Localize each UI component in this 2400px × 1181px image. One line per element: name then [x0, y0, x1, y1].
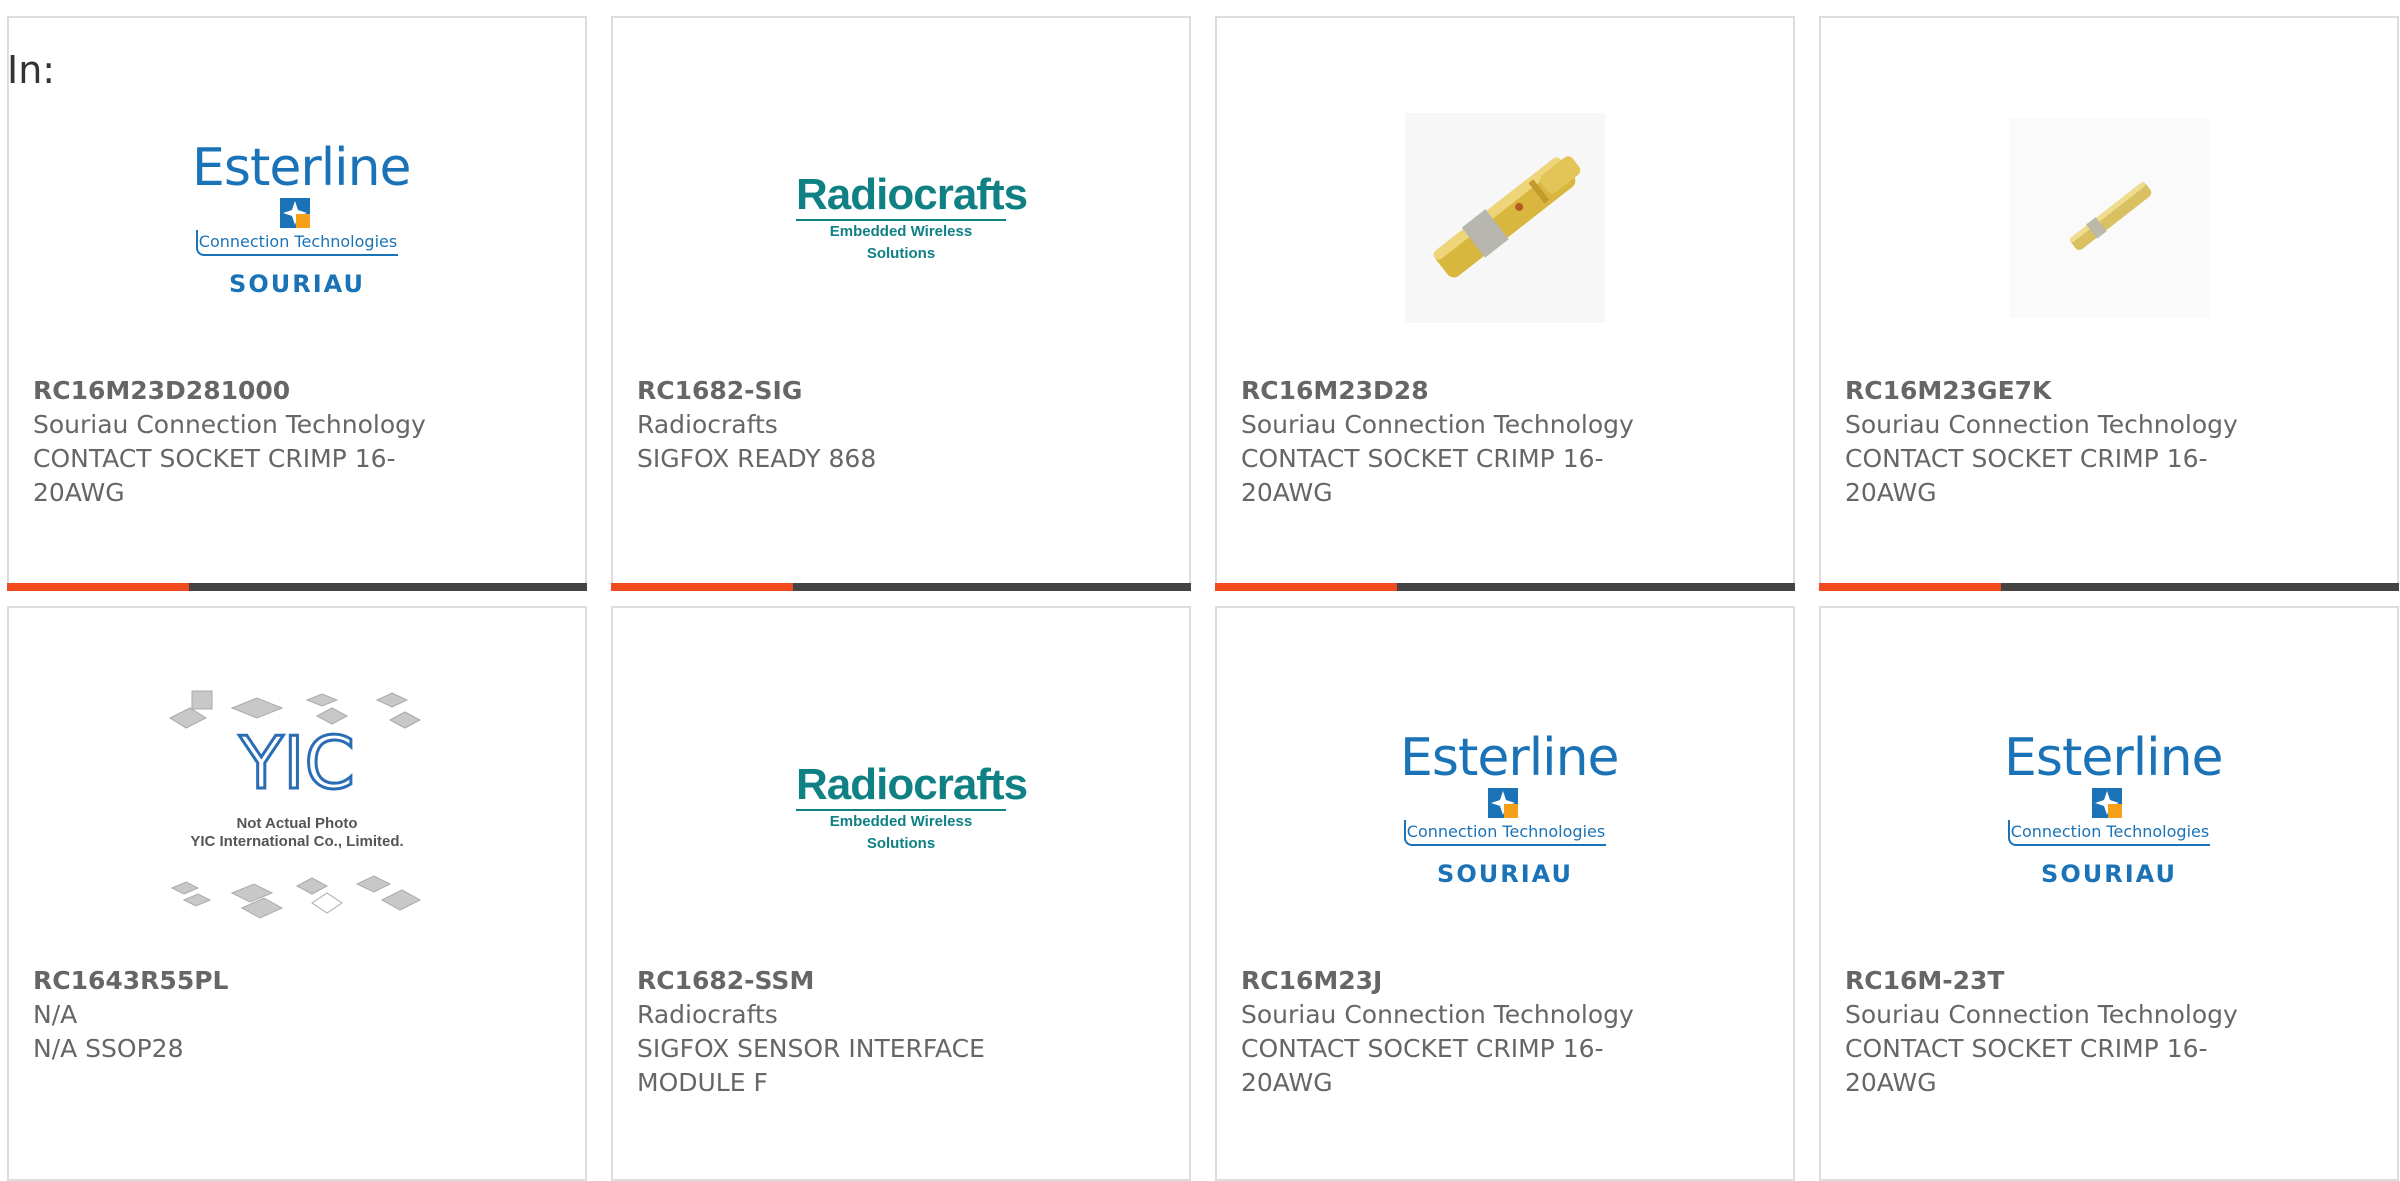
yic-mark: YIC: [238, 721, 355, 805]
svg-text:Not Actual Photo: Not Actual Photo: [236, 815, 357, 832]
product-image[interactable]: Esterline Connection Technologies SOURIA…: [1217, 658, 1793, 958]
card-bottom-bar: [1819, 583, 2399, 591]
manufacturer: N/A: [33, 1000, 78, 1029]
description: CONTACT SOCKET CRIMP 16-20AWG: [1241, 444, 1604, 507]
product-card[interactable]: Esterline Connection Technologies SOURIA…: [1819, 606, 2399, 1181]
product-image[interactable]: Esterline Connection Technologies SOURIA…: [1821, 658, 2397, 958]
esterline-star-icon: [1488, 788, 1518, 818]
part-number[interactable]: RC16M23D281000: [33, 374, 453, 408]
esterline-star-icon: [2092, 788, 2122, 818]
product-card[interactable]: Esterline Connection Technologies SOURIA…: [1215, 606, 1795, 1181]
product-image[interactable]: [1821, 68, 2397, 368]
product-image[interactable]: Radiocrafts Embedded Wireless Solutions: [613, 658, 1189, 958]
card-bar-accent: [1215, 583, 1397, 591]
gold-contact-photo: [2009, 118, 2209, 318]
product-image[interactable]: Radiocrafts Embedded Wireless Solutions: [613, 68, 1189, 368]
card-bottom-bar: [611, 583, 1191, 591]
description: SIGFOX READY 868: [637, 444, 877, 473]
product-card[interactable]: RC16M23GE7K Souriau Connection Technolog…: [1819, 16, 2399, 591]
part-number[interactable]: RC1643R55PL: [33, 964, 453, 998]
esterline-star-icon: [280, 198, 310, 228]
manufacturer: Souriau Connection Technology: [1845, 1000, 2238, 1029]
description: CONTACT SOCKET CRIMP 16-20AWG: [1845, 1034, 2208, 1097]
radiocrafts-logo: Radiocrafts Embedded Wireless Solutions: [796, 171, 1028, 265]
manufacturer: Souriau Connection Technology: [1241, 410, 1634, 439]
part-number[interactable]: RC16M23GE7K: [1845, 374, 2265, 408]
card-bar-accent: [1819, 583, 2001, 591]
esterline-logo: Esterline Connection Technologies SOURIA…: [1400, 728, 1620, 888]
description: CONTACT SOCKET CRIMP 16-20AWG: [1241, 1034, 1604, 1097]
gold-contact-photo: [1405, 113, 1605, 323]
description: CONTACT SOCKET CRIMP 16-20AWG: [33, 444, 396, 507]
description: CONTACT SOCKET CRIMP 16-20AWG: [1845, 444, 2208, 507]
description: N/A SSOP28: [33, 1034, 184, 1063]
product-image[interactable]: Esterline Connection Technologies SOURIA…: [9, 68, 585, 368]
part-number[interactable]: RC16M-23T: [1845, 964, 2265, 998]
product-grid: Esterline Connection Technologies SOURIA…: [0, 0, 2400, 1181]
card-bottom-bar: [7, 583, 587, 591]
card-bar-accent: [7, 583, 189, 591]
description: SIGFOX SENSOR INTERFACE MODULE F: [637, 1034, 985, 1097]
esterline-logo: Esterline Connection Technologies SOURIA…: [2004, 728, 2224, 888]
in-label: In:: [7, 48, 56, 92]
manufacturer: Souriau Connection Technology: [1845, 410, 2238, 439]
product-card[interactable]: YIC Not Actual Photo YIC International C…: [7, 606, 587, 1181]
product-image[interactable]: YIC Not Actual Photo YIC International C…: [9, 658, 585, 958]
svg-text:YIC International Co., Limited: YIC International Co., Limited.: [190, 833, 403, 850]
part-number[interactable]: RC16M23J: [1241, 964, 1661, 998]
part-number[interactable]: RC1682-SIG: [637, 374, 1057, 408]
part-number[interactable]: RC1682-SSM: [637, 964, 1057, 998]
manufacturer: Souriau Connection Technology: [1241, 1000, 1634, 1029]
manufacturer: Souriau Connection Technology: [33, 410, 426, 439]
esterline-logo: Esterline Connection Technologies SOURIA…: [192, 138, 412, 298]
product-image[interactable]: [1217, 68, 1793, 368]
part-number[interactable]: RC16M23D28: [1241, 374, 1661, 408]
product-card[interactable]: RC16M23D28 Souriau Connection Technology…: [1215, 16, 1795, 591]
product-card[interactable]: Radiocrafts Embedded Wireless Solutions …: [611, 16, 1191, 591]
radiocrafts-logo: Radiocrafts Embedded Wireless Solutions: [796, 761, 1028, 855]
product-card[interactable]: Radiocrafts Embedded Wireless Solutions …: [611, 606, 1191, 1181]
manufacturer: Radiocrafts: [637, 1000, 778, 1029]
card-bottom-bar: [1215, 583, 1795, 591]
yic-placeholder-image: YIC Not Actual Photo YIC International C…: [168, 690, 422, 919]
manufacturer: Radiocrafts: [637, 410, 778, 439]
card-bar-accent: [611, 583, 793, 591]
product-card[interactable]: Esterline Connection Technologies SOURIA…: [7, 16, 587, 591]
